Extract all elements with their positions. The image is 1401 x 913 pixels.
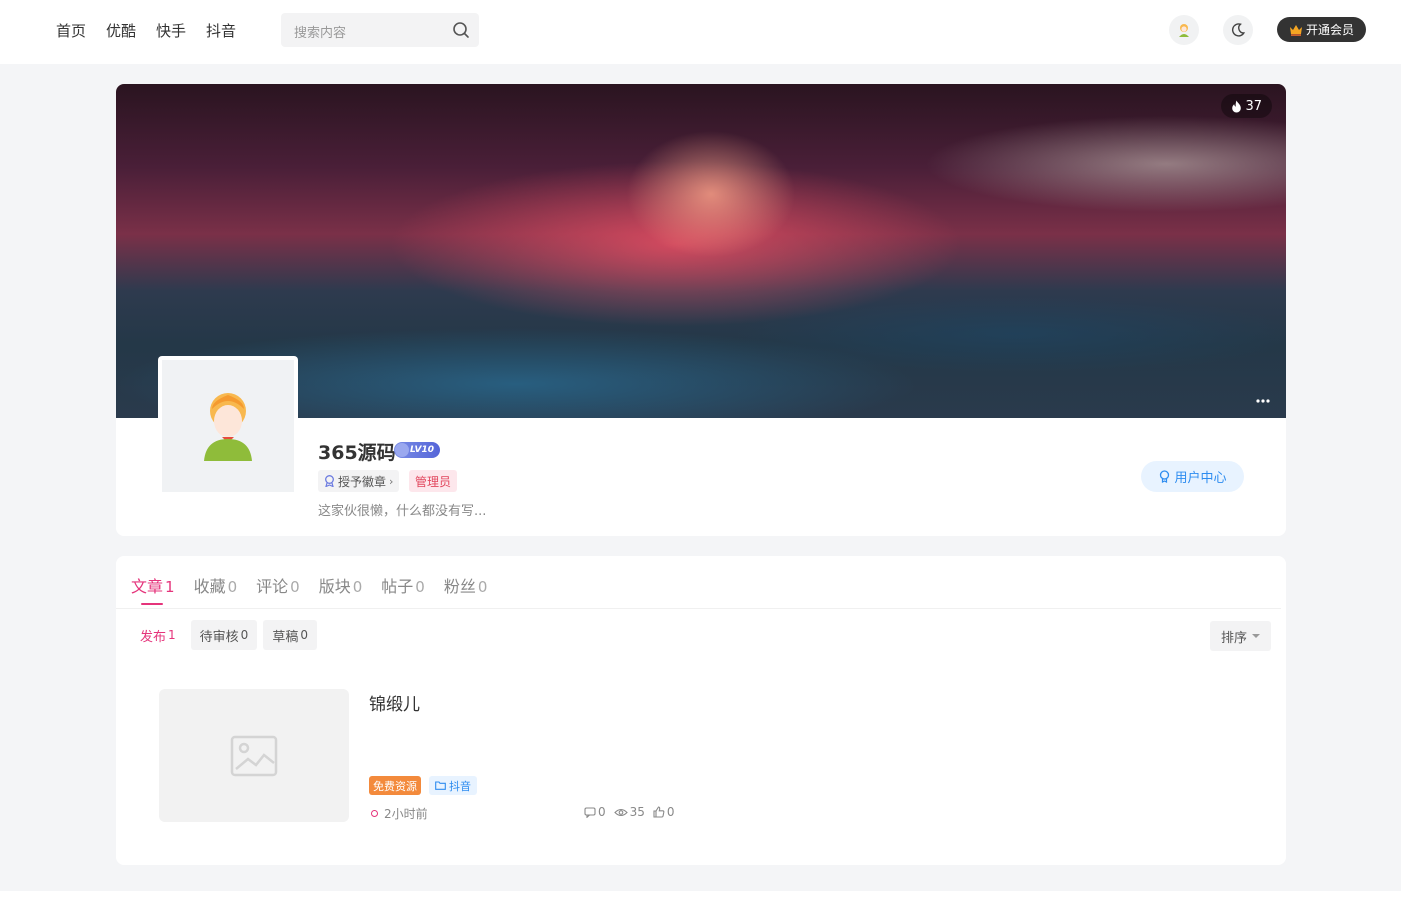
- search-box[interactable]: 搜索内容: [281, 13, 479, 47]
- tab-label: 收藏: [193, 577, 226, 596]
- subtab-pending[interactable]: 待审核 0: [190, 620, 258, 650]
- level-badge: LV10: [394, 442, 440, 458]
- search-input[interactable]: 搜索内容: [294, 22, 346, 41]
- profile-tabs: 文章 1 收藏 0 评论 0 版块 0 帖子 0 粉丝 0: [131, 573, 487, 605]
- subtab-count: 0: [240, 628, 249, 642]
- level-gem-icon: [395, 443, 409, 457]
- chevron-right-icon: ›: [389, 474, 394, 488]
- thumb-up-icon: [653, 806, 665, 818]
- sort-dropdown[interactable]: 排序: [1210, 621, 1271, 651]
- tab-posts[interactable]: 帖子 0: [381, 573, 425, 605]
- image-placeholder-icon: [230, 735, 278, 776]
- nav-youku[interactable]: 优酷: [106, 20, 136, 41]
- profile-bio: 这家伙很懒，什么都没有写...: [318, 504, 487, 519]
- tab-followers[interactable]: 粉丝 0: [444, 573, 488, 605]
- avatar-icon: [1179, 24, 1189, 37]
- post-time: 2小时前: [371, 805, 428, 822]
- tab-label: 文章: [131, 577, 164, 596]
- post-title[interactable]: 锦缎儿: [369, 690, 420, 715]
- post-item[interactable]: 锦缎儿 免费资源 抖音 2小时前 0 35 0: [159, 689, 1259, 822]
- user-center-icon: [1160, 470, 1170, 483]
- free-resource-badge: 免费资源: [369, 776, 421, 795]
- tab-label: 帖子: [381, 577, 414, 596]
- tab-favorites[interactable]: 收藏 0: [194, 573, 238, 605]
- fire-icon: [1232, 100, 1242, 112]
- role-badge: 管理员: [409, 470, 458, 492]
- user-avatar-icon: [204, 393, 252, 461]
- tab-count: 0: [227, 578, 238, 596]
- tab-label: 版块: [318, 577, 351, 596]
- header-avatar[interactable]: [1169, 15, 1199, 45]
- time-text: 2小时前: [384, 807, 428, 821]
- post-thumbnail[interactable]: [159, 689, 349, 822]
- caret-down-icon: [1252, 634, 1260, 638]
- profile-card: 37 365源码 LV10 授予徽章 › 管理员 这家伙很懒，什么都没有写...: [116, 84, 1286, 536]
- tabs-divider: [116, 608, 1281, 609]
- time-dot-icon: [371, 810, 378, 817]
- level-text: LV10: [410, 445, 434, 455]
- tab-count: 0: [415, 578, 425, 596]
- subtab-label: 草稿: [272, 629, 299, 645]
- tab-count: 0: [290, 578, 300, 596]
- article-status-filters: 发布 1 待审核 0 草稿 0: [131, 620, 317, 650]
- moon-icon: [1231, 23, 1246, 37]
- grant-medal-button[interactable]: 授予徽章 ›: [318, 470, 400, 492]
- comment-count: 0: [584, 805, 606, 819]
- avatar-image: [162, 360, 294, 492]
- comment-icon: [584, 806, 596, 818]
- tab-forums[interactable]: 版块 0: [319, 573, 363, 605]
- view-count-value: 35: [629, 805, 645, 819]
- content-card: 文章 1 收藏 0 评论 0 版块 0 帖子 0 粉丝 0 发布 1 待审核 0 草稿 0 排序 …: [116, 556, 1286, 865]
- tab-count: 0: [352, 578, 363, 596]
- tab-comments[interactable]: 评论 0: [256, 573, 300, 605]
- search-icon[interactable]: [452, 21, 470, 39]
- folder-icon: [435, 781, 446, 790]
- medal-label: 授予徽章: [338, 474, 387, 489]
- post-stats: 0 35 0: [584, 805, 675, 819]
- popularity-badge: 37: [1221, 94, 1272, 118]
- subtab-label: 发布: [140, 629, 167, 645]
- vip-label: 开通会员: [1305, 23, 1354, 37]
- footer-strip: [0, 891, 1401, 913]
- medal-icon: [325, 475, 334, 487]
- tab-label: 评论: [256, 577, 289, 596]
- eye-icon: [613, 808, 628, 816]
- comment-count-value: 0: [598, 805, 606, 819]
- more-dots-icon[interactable]: [1254, 388, 1272, 408]
- category-label: 抖音: [449, 779, 471, 793]
- main-nav: 首页 优酷 快手 抖音: [56, 20, 236, 41]
- open-vip-button[interactable]: 开通会员: [1277, 17, 1366, 42]
- like-count-value: 0: [666, 805, 675, 819]
- sort-label: 排序: [1220, 630, 1247, 646]
- tab-count: 0: [477, 578, 488, 596]
- user-center-button[interactable]: 用户中心: [1141, 461, 1244, 492]
- top-header: 首页 优酷 快手 抖音 搜索内容 开通会员: [0, 0, 1401, 64]
- tab-articles[interactable]: 文章 1: [131, 573, 175, 605]
- nav-home[interactable]: 首页: [56, 20, 86, 41]
- nav-kuaishou[interactable]: 快手: [156, 20, 186, 41]
- profile-username: 365源码: [318, 442, 396, 464]
- nav-douyin[interactable]: 抖音: [206, 20, 236, 41]
- subtab-label: 待审核: [199, 629, 239, 645]
- popularity-count: 37: [1245, 98, 1262, 114]
- crown-icon: [1289, 24, 1302, 36]
- tab-count: 1: [165, 578, 175, 596]
- view-count: 35: [613, 805, 645, 819]
- subtab-count: 1: [168, 628, 176, 642]
- subtab-count: 0: [300, 628, 308, 642]
- profile-avatar[interactable]: [158, 356, 298, 496]
- category-tag[interactable]: 抖音: [429, 776, 477, 795]
- subtab-published[interactable]: 发布 1: [131, 620, 185, 650]
- subtab-drafts[interactable]: 草稿 0: [263, 620, 317, 650]
- tab-label: 粉丝: [443, 577, 476, 596]
- theme-toggle-button[interactable]: [1223, 15, 1253, 45]
- like-count[interactable]: 0: [653, 805, 675, 819]
- user-center-label: 用户中心: [1174, 471, 1227, 486]
